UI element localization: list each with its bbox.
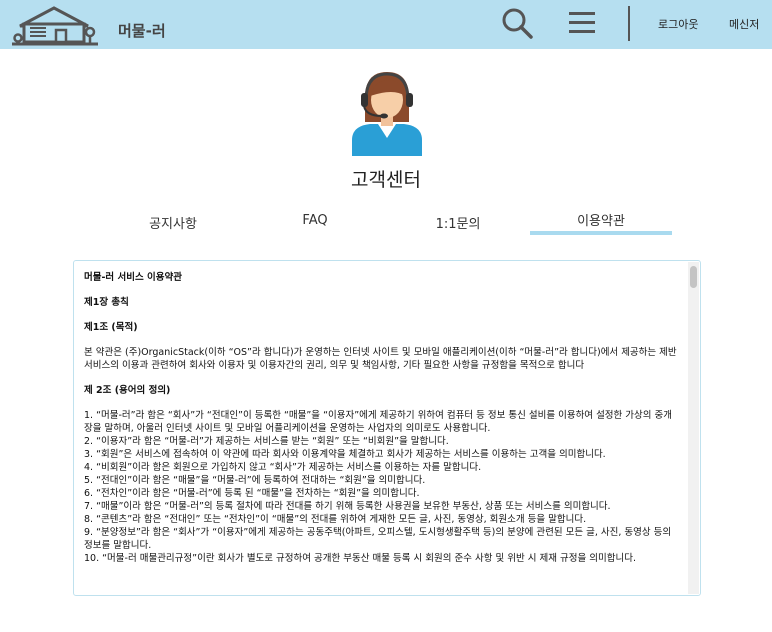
chapter-title: 제1장 총칙 <box>84 297 129 308</box>
terms-content-box[interactable]: 머물-러 서비스 이용약관 제1장 총칙 제1조 (목적) 본 약관은 (주)O… <box>73 260 701 596</box>
active-tab-indicator <box>530 231 672 235</box>
logout-button[interactable]: 로그아웃 <box>658 16 698 32</box>
definition-item: 5. “전대인”이라 함은 “매물”을 “머물-러”에 등록하여 전대하는 “회… <box>84 475 426 486</box>
definition-item: 10. “머물-러 매물관리규정”이란 회사가 별도로 규정하여 공개한 부동산… <box>84 553 636 564</box>
definition-item: 1. “머물-러”라 함은 “회사”가 “전대인”이 등록한 “매물”을 “이용… <box>84 410 673 434</box>
tab-terms[interactable]: 이용약관 <box>530 210 672 229</box>
definition-item: 3. “회원”은 서비스에 접속하여 이 약관에 따라 회사와 이용계약을 체결… <box>84 449 606 460</box>
definition-item: 2. “이용자”라 함은 “머물-러”가 제공하는 서비스를 받는 “회원” 또… <box>84 436 449 447</box>
top-header: 머물-러 로그아웃 메신저 <box>0 0 772 49</box>
messenger-button[interactable]: 메신저 <box>729 16 759 32</box>
definition-item: 4. “비회원”이라 함은 회원으로 가입하지 않고 “회사”가 제공하는 서비… <box>84 462 482 473</box>
tab-inquiry[interactable]: 1:1문의 <box>387 213 529 232</box>
scrollbar[interactable] <box>688 262 699 594</box>
definition-item: 9. “분양정보”라 함은 “회사”가 “이용자”에게 제공하는 공동주택(아파… <box>84 527 672 551</box>
article-2-title: 제 2조 (용어의 정의) <box>84 385 171 396</box>
definition-item: 8. “콘텐츠”라 함은 “전대인” 또는 “전차인”이 “매물”의 전대를 위… <box>84 514 587 525</box>
article-1-title: 제1조 (목적) <box>84 322 138 333</box>
article-1-body: 본 약관은 (주)OrganicStack(이하 “OS”라 합니다)가 운영하… <box>84 347 677 371</box>
hamburger-menu-icon[interactable] <box>566 8 598 38</box>
definition-item: 7. “매물”이라 함은 “머물-러”의 등록 절차에 따라 전대를 하기 위해… <box>84 501 611 512</box>
scrollbar-thumb[interactable] <box>690 266 697 288</box>
tab-faq[interactable]: FAQ <box>244 213 386 228</box>
tab-notice[interactable]: 공지사항 <box>102 213 244 232</box>
terms-heading: 머물-러 서비스 이용약관 <box>84 272 182 283</box>
search-icon[interactable] <box>500 6 534 40</box>
definition-item: 6. “전차인”이라 함은 “머물-러”에 등록 된 “매물”을 전차하는 “회… <box>84 488 420 499</box>
terms-content: 머물-러 서비스 이용약관 제1장 총칙 제1조 (목적) 본 약관은 (주)O… <box>84 271 680 565</box>
brand-name[interactable]: 머물-러 <box>118 20 166 41</box>
page-title: 고객센터 <box>351 169 421 191</box>
header-divider <box>628 6 630 41</box>
house-logo-icon[interactable] <box>10 4 100 46</box>
customer-service-agent-icon <box>352 72 422 156</box>
